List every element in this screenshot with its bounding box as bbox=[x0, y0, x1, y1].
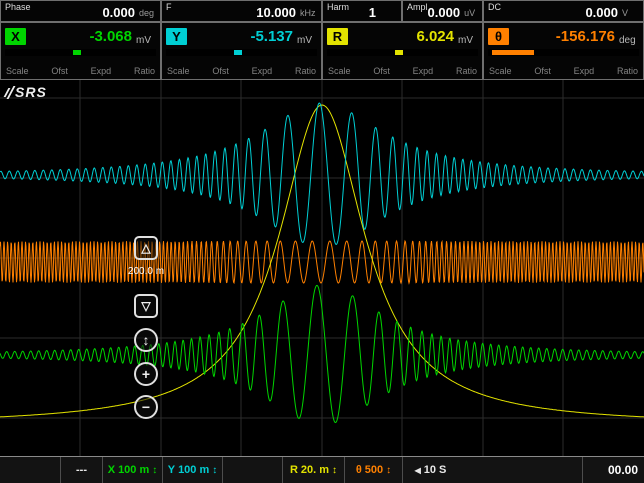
r-ratio-button[interactable]: Ratio bbox=[456, 66, 477, 76]
updown-arrow-icon: ↕ bbox=[332, 465, 337, 476]
scale-range-readout: 200.0 m bbox=[108, 266, 184, 277]
zoom-out-button[interactable]: − bbox=[134, 395, 158, 419]
scope-display[interactable]: SRS △ 200.0 m ▽ ↕ + − bbox=[0, 80, 644, 456]
r-scale-value: 20. m bbox=[301, 464, 329, 476]
offset-marker bbox=[73, 50, 81, 55]
amplitude-value: 0.000 bbox=[428, 6, 461, 19]
x-ratio-button[interactable]: Ratio bbox=[134, 66, 155, 76]
frequency-value: 10.000 bbox=[256, 6, 296, 19]
y-scale-button[interactable]: Scale bbox=[167, 66, 190, 76]
srs-logo-text: SRS bbox=[15, 84, 47, 100]
status-bar: --- X 100 m ↕ Y 100 m ↕ R 20. m ↕ θ 500 … bbox=[0, 456, 644, 483]
y-ratio-button[interactable]: Ratio bbox=[295, 66, 316, 76]
r-expd-button[interactable]: Expd bbox=[413, 66, 434, 76]
waveform-svg bbox=[0, 80, 644, 456]
updown-arrow-icon: ↕ bbox=[152, 465, 157, 476]
channel-r-offset-indicator bbox=[327, 49, 478, 56]
phase-field[interactable]: Phase 0.000 deg bbox=[0, 0, 161, 22]
channel-y-tab[interactable]: Y bbox=[166, 28, 187, 45]
harmonic-field[interactable]: Harm 1 bbox=[322, 0, 402, 22]
y-scale-display[interactable]: Y 100 m ↕ bbox=[162, 457, 222, 483]
y-expd-button[interactable]: Expd bbox=[252, 66, 273, 76]
theta-scale-button[interactable]: Scale bbox=[489, 66, 512, 76]
x-scale-value: 100 m bbox=[118, 464, 149, 476]
offset-marker bbox=[395, 50, 403, 55]
frequency-label: F bbox=[166, 2, 172, 12]
channel-theta-unit: deg bbox=[619, 35, 639, 47]
channel-r-unit: mV bbox=[458, 35, 478, 47]
channel-bar: X -3.068 mV Scale Ofst Expd Ratio Y -5.1… bbox=[0, 22, 644, 80]
amplitude-label: Ampl bbox=[407, 2, 428, 12]
theta-scale-display[interactable]: θ 500 ↕ bbox=[344, 457, 402, 483]
harmonic-label: Harm bbox=[327, 2, 349, 12]
amplitude-field[interactable]: Ampl 0.000 uV bbox=[402, 0, 483, 22]
harmonic-value: 1 bbox=[369, 6, 376, 19]
r-scale-button[interactable]: Scale bbox=[328, 66, 351, 76]
pan-down-button[interactable]: ▽ bbox=[134, 294, 158, 318]
channel-panel-y: Y -5.137 mV Scale Ofst Expd Ratio bbox=[161, 22, 322, 80]
phase-unit: deg bbox=[139, 8, 155, 19]
status-mode-button[interactable]: --- bbox=[60, 457, 102, 483]
dc-field[interactable]: DC 0.000 V bbox=[483, 0, 644, 22]
theta-ofst-button[interactable]: Ofst bbox=[534, 66, 551, 76]
timebase-arrow-icon: ◀ bbox=[415, 466, 421, 475]
offset-marker bbox=[234, 50, 242, 55]
frequency-field[interactable]: F 10.000 kHz bbox=[161, 0, 322, 22]
instrument-screen: Phase 0.000 deg F 10.000 kHz Harm 1 Ampl… bbox=[0, 0, 644, 483]
channel-theta-offset-indicator bbox=[488, 49, 639, 56]
theta-expd-button[interactable]: Expd bbox=[574, 66, 595, 76]
pan-up-button[interactable]: △ bbox=[134, 236, 158, 260]
zoom-in-button[interactable]: + bbox=[134, 362, 158, 386]
timebase-value: 10 S bbox=[424, 464, 447, 476]
amplitude-unit: uV bbox=[464, 8, 480, 19]
y-scale-letter: Y bbox=[168, 464, 175, 476]
channel-r-value: 6.024 bbox=[416, 29, 454, 44]
y-ofst-button[interactable]: Ofst bbox=[212, 66, 229, 76]
timebase-display[interactable]: ◀ 10 S bbox=[402, 457, 458, 483]
frequency-unit: kHz bbox=[300, 8, 316, 19]
time-display: 00.00 bbox=[582, 457, 644, 483]
channel-x-unit: mV bbox=[136, 35, 156, 47]
r-scale-display[interactable]: R 20. m ↕ bbox=[282, 457, 344, 483]
channel-r-tab[interactable]: R bbox=[327, 28, 348, 45]
updown-arrow-icon: ↕ bbox=[212, 465, 217, 476]
channel-y-value: -5.137 bbox=[250, 29, 293, 44]
y-scale-value: 100 m bbox=[178, 464, 209, 476]
dc-label: DC bbox=[488, 2, 501, 12]
srs-logo: SRS bbox=[6, 84, 47, 100]
dc-value: 0.000 bbox=[585, 6, 618, 19]
channel-x-tab[interactable]: X bbox=[5, 28, 26, 45]
offset-marker bbox=[492, 50, 534, 55]
channel-panel-theta: θ -156.176 deg Scale Ofst Expd Ratio bbox=[483, 22, 644, 80]
channel-panel-x: X -3.068 mV Scale Ofst Expd Ratio bbox=[0, 22, 161, 80]
x-scale-button[interactable]: Scale bbox=[6, 66, 29, 76]
channel-x-offset-indicator bbox=[5, 49, 156, 56]
dc-unit: V bbox=[622, 8, 638, 19]
autoscale-button[interactable]: ↕ bbox=[134, 328, 158, 352]
theta-scale-letter: θ bbox=[356, 464, 362, 476]
r-scale-letter: R bbox=[290, 464, 298, 476]
statusbar-spacer bbox=[222, 457, 282, 483]
settings-bar: Phase 0.000 deg F 10.000 kHz Harm 1 Ampl… bbox=[0, 0, 644, 22]
channel-theta-tab[interactable]: θ bbox=[488, 28, 509, 45]
phase-label: Phase bbox=[5, 2, 31, 12]
channel-panel-r: R 6.024 mV Scale Ofst Expd Ratio bbox=[322, 22, 483, 80]
r-ofst-button[interactable]: Ofst bbox=[373, 66, 390, 76]
x-expd-button[interactable]: Expd bbox=[91, 66, 112, 76]
channel-y-offset-indicator bbox=[166, 49, 317, 56]
statusbar-spacer bbox=[0, 457, 60, 483]
theta-scale-value: 500 bbox=[365, 464, 383, 476]
updown-arrow-icon: ↕ bbox=[386, 465, 391, 476]
channel-theta-value: -156.176 bbox=[556, 29, 615, 44]
x-scale-letter: X bbox=[108, 464, 115, 476]
theta-ratio-button[interactable]: Ratio bbox=[617, 66, 638, 76]
x-scale-display[interactable]: X 100 m ↕ bbox=[102, 457, 162, 483]
channel-x-value: -3.068 bbox=[89, 29, 132, 44]
channel-y-unit: mV bbox=[297, 35, 317, 47]
x-ofst-button[interactable]: Ofst bbox=[51, 66, 68, 76]
phase-value: 0.000 bbox=[102, 6, 135, 19]
